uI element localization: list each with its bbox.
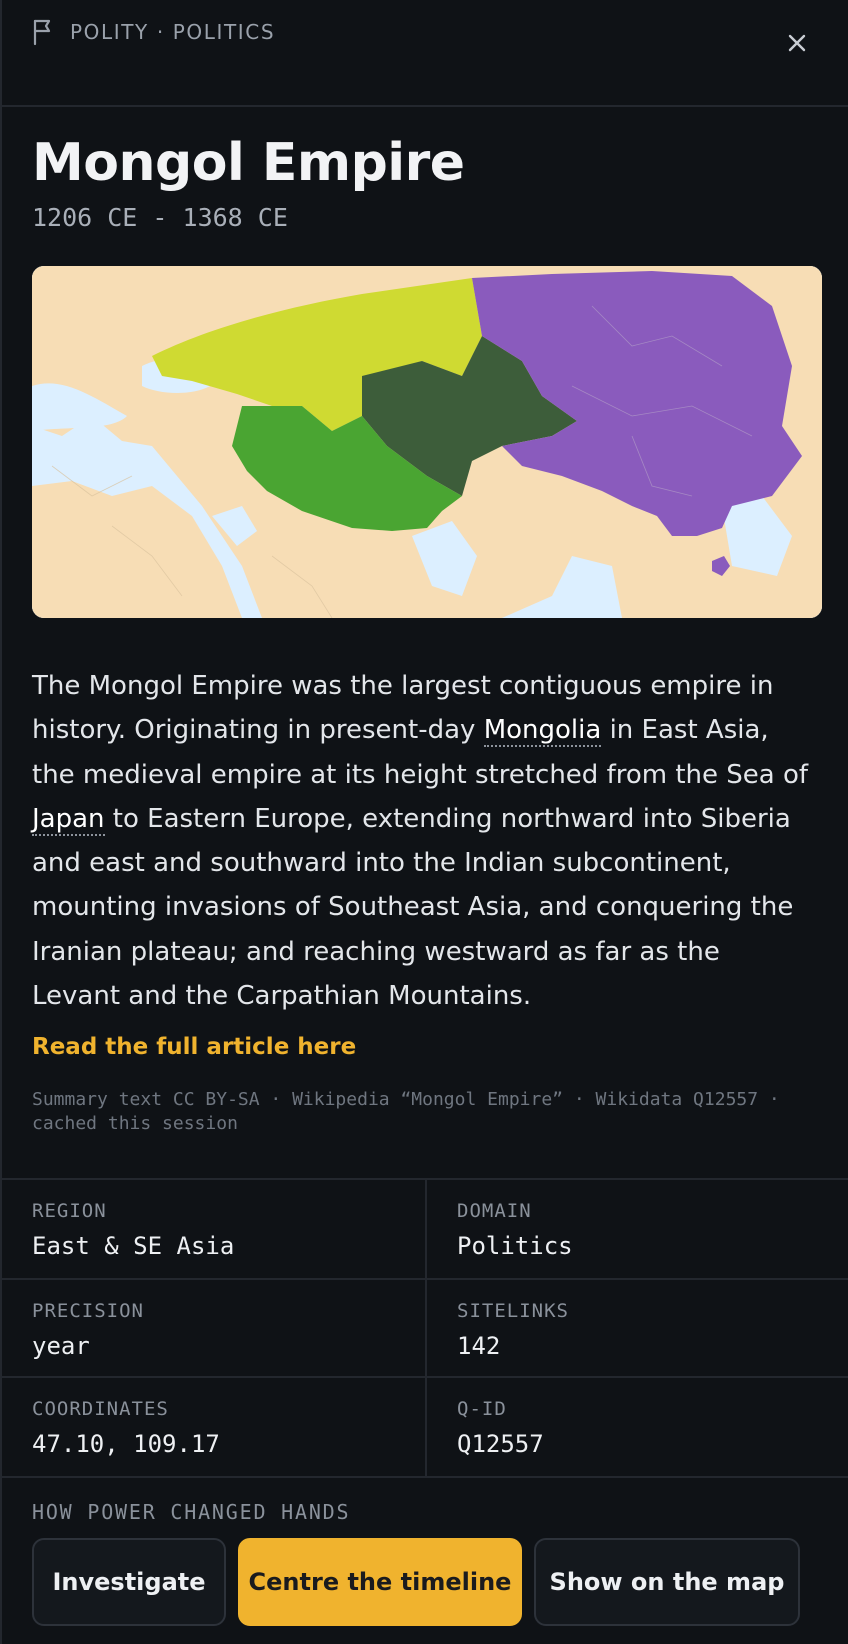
fact-label: PRECISION	[32, 1300, 144, 1322]
link-japan[interactable]: Japan	[32, 803, 105, 836]
territory-map	[32, 266, 822, 618]
fact-precision: PRECISION year	[2, 1280, 425, 1376]
facts-row: PRECISION year SITELINKS 142	[2, 1280, 848, 1378]
facts-grid: REGION East & SE Asia DOMAIN Politics PR…	[2, 1178, 848, 1478]
fact-value: 142	[457, 1332, 501, 1360]
fact-label: COORDINATES	[32, 1398, 169, 1420]
entity-dates: 1206 CE - 1368 CE	[32, 203, 288, 232]
action-bar: Investigate Centre the timeline Show on …	[2, 1524, 848, 1644]
panel-header: POLITY · POLITICS	[2, 0, 848, 107]
show-on-map-button[interactable]: Show on the map	[534, 1538, 800, 1626]
page-title: Mongol Empire	[32, 133, 465, 193]
read-full-article-link[interactable]: Read the full article here	[32, 1034, 356, 1060]
fact-sitelinks: SITELINKS 142	[425, 1280, 848, 1376]
fact-label: REGION	[32, 1200, 107, 1222]
entity-detail-panel: POLITY · POLITICS Mongol Empire 1206 CE …	[0, 0, 848, 1644]
link-mongolia[interactable]: Mongolia	[483, 715, 602, 748]
investigate-button[interactable]: Investigate	[32, 1538, 226, 1626]
facts-row: COORDINATES 47.10, 109.17 Q-ID Q12557	[2, 1378, 848, 1478]
entity-kind-label: POLITY · POLITICS	[70, 20, 276, 44]
fact-coordinates: COORDINATES 47.10, 109.17	[2, 1378, 425, 1476]
fact-value: East & SE Asia	[32, 1232, 235, 1260]
fact-value: 47.10, 109.17	[32, 1430, 220, 1458]
entity-kind: POLITY · POLITICS	[32, 18, 275, 46]
attribution-note: Summary text CC BY-SA · Wikipedia “Mongo…	[32, 1089, 780, 1134]
fact-domain: DOMAIN Politics	[425, 1180, 848, 1278]
flag-icon	[32, 18, 56, 46]
fact-value: Politics	[457, 1232, 573, 1260]
fact-value: year	[32, 1332, 90, 1360]
section-heading: HOW POWER CHANGED HANDS	[32, 1500, 351, 1524]
entity-summary: The Mongol Empire was the largest contig…	[32, 664, 812, 1018]
facts-row: REGION East & SE Asia DOMAIN Politics	[2, 1180, 848, 1280]
fact-label: DOMAIN	[457, 1200, 532, 1222]
centre-timeline-button[interactable]: Centre the timeline	[238, 1538, 522, 1626]
close-button[interactable]	[782, 30, 812, 60]
fact-qid: Q-ID Q12557	[425, 1378, 848, 1476]
fact-region: REGION East & SE Asia	[2, 1180, 425, 1278]
fact-label: Q-ID	[457, 1398, 507, 1420]
close-icon	[788, 34, 806, 56]
summary-text: to Eastern Europe, extending northward i…	[32, 803, 794, 1012]
fact-value: Q12557	[457, 1430, 544, 1458]
fact-label: SITELINKS	[457, 1300, 569, 1322]
